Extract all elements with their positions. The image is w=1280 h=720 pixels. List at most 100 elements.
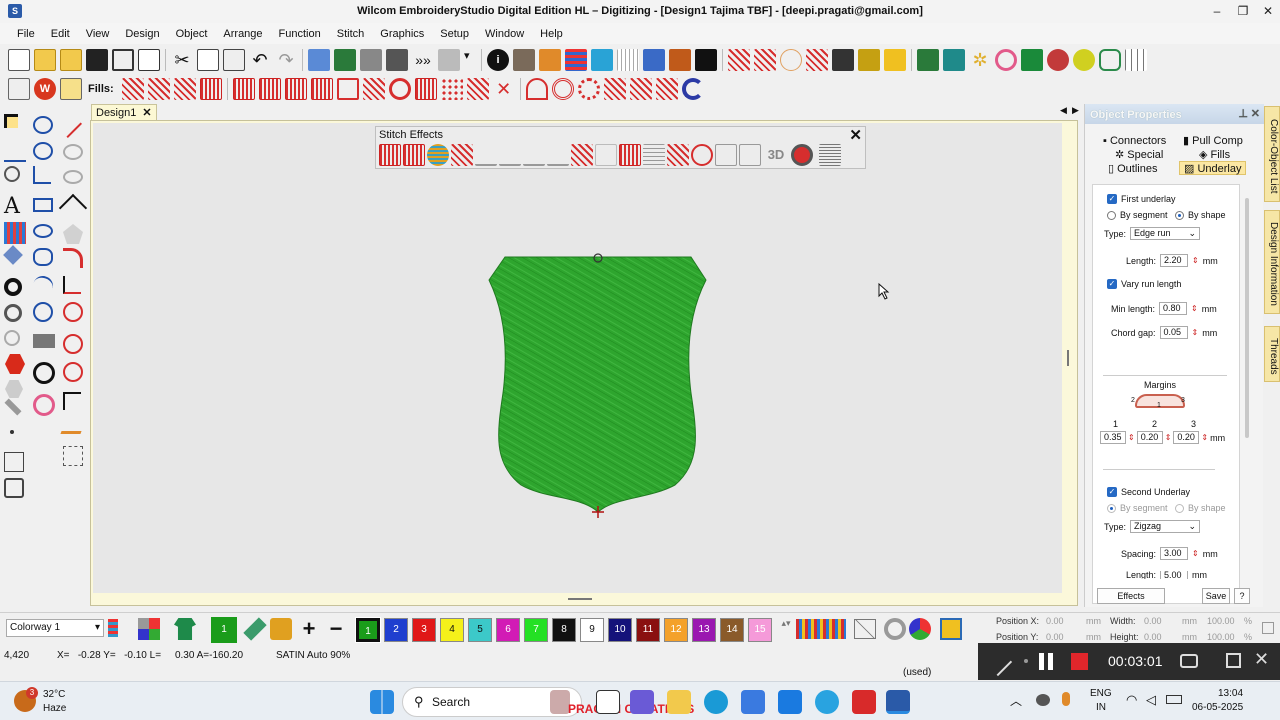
rectangle-icon[interactable]: [33, 198, 53, 212]
team-names-icon[interactable]: [4, 222, 26, 244]
color-swatch-15[interactable]: 15: [748, 618, 772, 642]
store-icon[interactable]: [741, 690, 765, 714]
monogram-icon[interactable]: [995, 49, 1017, 71]
stitch-edit-icon[interactable]: [4, 166, 20, 182]
polygon-icon[interactable]: [63, 224, 83, 244]
print-icon[interactable]: [112, 49, 134, 71]
fill-style-4-icon[interactable]: [310, 78, 333, 100]
hoop-display-icon[interactable]: [591, 49, 613, 71]
ring-tool-icon[interactable]: [4, 304, 22, 322]
effect-columns-icon[interactable]: [403, 144, 425, 166]
menu-file[interactable]: File: [9, 28, 43, 40]
fill-style-10-icon[interactable]: [466, 78, 489, 100]
arrow-swap-icon[interactable]: [884, 49, 906, 71]
palette-editor-icon[interactable]: [796, 619, 846, 639]
battery-icon[interactable]: [1166, 695, 1182, 704]
pause-icon[interactable]: [1039, 653, 1044, 670]
effect-sun-icon[interactable]: [691, 144, 713, 166]
lang-secondary[interactable]: IN: [1096, 702, 1106, 713]
margin-2-spinner-icon[interactable]: ⇕: [1165, 433, 1172, 442]
run-line-icon[interactable]: [57, 113, 83, 139]
pin-icon[interactable]: ⊥: [1238, 107, 1248, 120]
menu-help[interactable]: Help: [532, 28, 571, 40]
grid-icon[interactable]: [617, 49, 639, 71]
microphone-icon[interactable]: [1062, 692, 1070, 706]
contrast-icon[interactable]: [695, 49, 717, 71]
swatch-scroll-icon[interactable]: ▴▾: [781, 618, 791, 640]
branching-icon[interactable]: [63, 276, 81, 294]
fork-icon[interactable]: [858, 49, 880, 71]
monogram-tool-icon[interactable]: [3, 245, 23, 265]
print-preview-icon[interactable]: [138, 49, 160, 71]
copy-icon[interactable]: [197, 49, 219, 71]
open-recent-icon[interactable]: [60, 49, 82, 71]
tab-fills[interactable]: ◈ Fills: [1199, 148, 1230, 162]
pen-annotate-icon[interactable]: [983, 647, 1013, 677]
transform-icon[interactable]: [4, 452, 24, 472]
effect-ribs-icon[interactable]: [619, 144, 641, 166]
open-object-icon[interactable]: [33, 142, 53, 160]
cross-stitch-icon[interactable]: ✕: [493, 78, 515, 100]
color-swatch-13[interactable]: 13: [692, 618, 716, 642]
lettering-icon[interactable]: A: [4, 196, 26, 218]
spacing-input[interactable]: 3.00: [1160, 547, 1189, 560]
fill-style-3-icon[interactable]: [284, 78, 307, 100]
spacing-spinner-icon[interactable]: ⇕: [1192, 549, 1199, 558]
sequence-icon[interactable]: [4, 330, 20, 346]
close-recorder-icon[interactable]: ✕: [1254, 649, 1269, 670]
dropdown-icon[interactable]: ▾: [464, 49, 476, 71]
undo-icon[interactable]: ↶: [249, 49, 271, 71]
close-button[interactable]: ✕: [1256, 2, 1280, 20]
stitch-effects-close-icon[interactable]: ✕: [849, 126, 862, 144]
node-select-icon[interactable]: [63, 392, 81, 410]
save-button[interactable]: Save: [1202, 588, 1230, 604]
effect-fan-icon[interactable]: [475, 144, 497, 166]
width-pct[interactable]: 100.00: [1207, 616, 1235, 626]
spiral-icon[interactable]: [33, 302, 53, 322]
knife-icon[interactable]: [4, 398, 22, 416]
forward-icon[interactable]: »»: [412, 49, 434, 71]
length-input[interactable]: 2.20: [1160, 254, 1189, 267]
current-color-swatch[interactable]: 1: [211, 617, 237, 643]
tab-design-information[interactable]: Design Information: [1264, 210, 1280, 314]
effect-shells-icon[interactable]: [667, 144, 689, 166]
export-icon[interactable]: [539, 49, 561, 71]
color-wheel-icon[interactable]: [909, 618, 931, 640]
hexagon-tool-icon[interactable]: [5, 354, 25, 374]
effect-columns2-icon[interactable]: [739, 144, 761, 166]
spiral-fill-icon[interactable]: [577, 78, 600, 100]
design-canvas[interactable]: [93, 123, 1062, 593]
hexagon-outline-icon[interactable]: [5, 380, 23, 398]
horizontal-splitter[interactable]: [568, 598, 592, 600]
program-split-icon[interactable]: [173, 78, 196, 100]
contour-fill-icon[interactable]: [525, 78, 548, 100]
stop-record-icon[interactable]: [1071, 653, 1088, 670]
satin-effect-icon[interactable]: [728, 49, 750, 71]
wave-effect-icon[interactable]: [806, 49, 828, 71]
menu-graphics[interactable]: Graphics: [372, 28, 432, 40]
save-icon[interactable]: [86, 49, 108, 71]
monogram-wreath-icon[interactable]: [33, 394, 55, 416]
clock-date[interactable]: 06-05-2025: [1192, 702, 1243, 713]
paste-icon[interactable]: [223, 49, 245, 71]
info-icon[interactable]: i: [487, 49, 509, 71]
tab-special[interactable]: ✲ Special: [1115, 148, 1163, 162]
clock-time[interactable]: 13:04: [1218, 688, 1243, 699]
effect-tripod-icon[interactable]: [499, 144, 521, 166]
complex-fill-icon[interactable]: [33, 166, 51, 184]
hoop-icon[interactable]: [438, 49, 460, 71]
appliqué-icon[interactable]: [1047, 49, 1069, 71]
file-explorer-icon[interactable]: [667, 690, 691, 714]
redo-icon[interactable]: ↷: [275, 49, 297, 71]
tray-chevron-icon[interactable]: ︿: [1010, 692, 1022, 709]
color-swatch-3[interactable]: 3: [412, 618, 436, 642]
min-length-spinner-icon[interactable]: ⇕: [1191, 304, 1198, 313]
wreath-tool-icon[interactable]: [63, 362, 83, 382]
add-color-icon[interactable]: +: [298, 618, 320, 640]
effect-a-icon[interactable]: [523, 144, 545, 166]
height-value[interactable]: 0.00: [1144, 632, 1162, 642]
slow-redraw-icon[interactable]: [360, 49, 382, 71]
color-swatch-11[interactable]: 11: [636, 618, 660, 642]
effect-peak-icon[interactable]: [547, 144, 569, 166]
width-value[interactable]: 0.00: [1144, 616, 1162, 626]
